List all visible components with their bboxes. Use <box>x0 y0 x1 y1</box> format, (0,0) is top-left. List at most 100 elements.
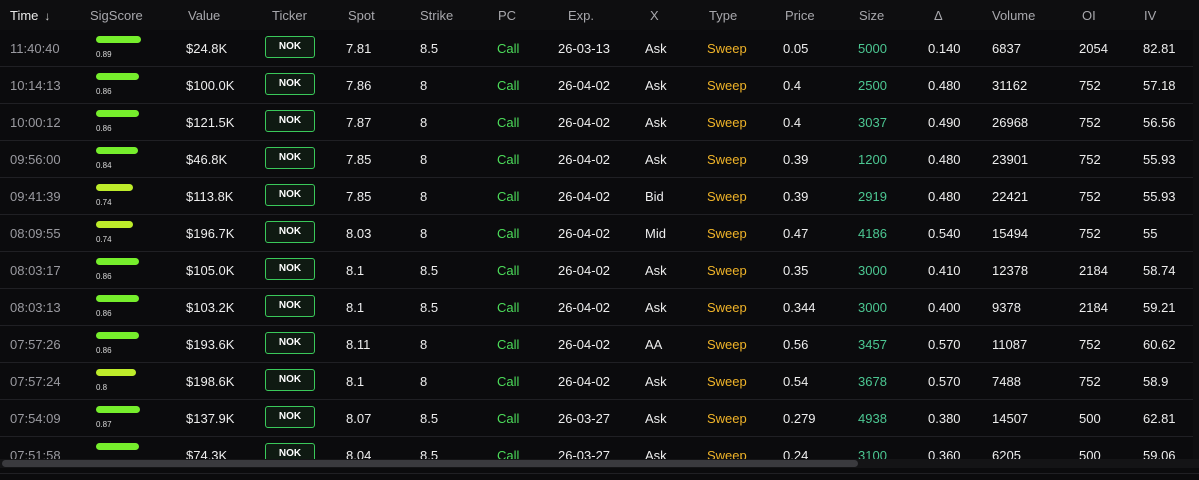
cell-iv: 57.18 <box>1143 78 1176 93</box>
cell-strike: 8.5 <box>420 41 439 56</box>
cell-value: $121.5K <box>186 115 235 130</box>
cell-type: Sweep <box>707 226 747 241</box>
cell-iv: 62.81 <box>1143 411 1176 426</box>
table-header: Time ↓ SigScore Value Ticker Spot Strike … <box>0 0 1199 30</box>
cell-delta: 0.480 <box>928 189 961 204</box>
cell-size: 2500 <box>858 78 887 93</box>
cell-volume: 11087 <box>992 337 1028 352</box>
cell-iv: 56.56 <box>1143 115 1176 130</box>
cell-strike: 8.5 <box>420 300 439 315</box>
cell-strike: 8 <box>420 78 428 93</box>
table-row[interactable]: 0.86 NOK 08:03:17 $105.0K 8.1 8.5 Call 26-04-02… <box>0 252 1199 289</box>
cell-price: 0.39 <box>783 152 809 167</box>
table-row[interactable]: 0.86 NOK 10:00:12 $121.5K 7.87 8 Call 26-04-02 A… <box>0 104 1199 141</box>
column-header-sigscore[interactable]: SigScore <box>90 8 143 23</box>
column-header-delta[interactable]: Δ <box>934 8 943 23</box>
cell-type: Sweep <box>707 337 747 352</box>
table-row[interactable]: 0.84 NOK 09:56:00 $46.8K 7.85 8 Call 26-04-02 As… <box>0 141 1199 178</box>
column-header-type[interactable]: Type <box>709 8 737 23</box>
cell-oi: 752 <box>1079 226 1101 241</box>
column-header-iv[interactable]: IV <box>1144 8 1156 23</box>
table-row[interactable]: 0.86 NOK 10:14:13 $100.0K 7.86 8 Call 26-04-02 A… <box>0 67 1199 104</box>
cell-x: Ask <box>645 78 667 93</box>
cell-delta: 0.380 <box>928 411 961 426</box>
ticker-badge[interactable]: NOK <box>265 332 315 354</box>
ticker-badge[interactable]: NOK <box>265 36 315 58</box>
cell-strike: 8 <box>420 189 428 204</box>
column-header-strike[interactable]: Strike <box>420 8 453 23</box>
ticker-badge[interactable]: NOK <box>265 406 315 428</box>
cell-size: 4186 <box>858 226 887 241</box>
ticker-badge[interactable]: NOK <box>265 73 315 95</box>
cell-spot: 8.1 <box>346 300 365 315</box>
horizontal-scrollbar[interactable] <box>0 459 1199 468</box>
cell-value: $113.8K <box>186 189 234 204</box>
table-row[interactable]: NOK 07:51:58 $74.3K 8.04 8.5 Call 26-03-27 Ask S… <box>0 437 1199 474</box>
ticker-badge[interactable]: NOK <box>265 295 315 317</box>
table-row[interactable]: 0.89 NOK 11:40:40 $24.8K 7.81 8.5 Call 26-03-13… <box>0 30 1199 67</box>
cell-size: 3000 <box>858 300 887 315</box>
cell-x: Ask <box>645 374 667 389</box>
cell-price: 0.05 <box>783 41 809 56</box>
horizontal-scrollbar-thumb[interactable] <box>2 460 858 467</box>
sigscore-value: 0.86 <box>96 346 112 355</box>
sigscore-value: 0.74 <box>96 198 112 207</box>
cell-spot: 8.11 <box>346 337 371 352</box>
cell-size: 1200 <box>858 152 887 167</box>
cell-value: $100.0K <box>186 78 235 93</box>
table-row[interactable]: 0.86 NOK 08:03:13 $103.2K 8.1 8.5 Call 26-04-02… <box>0 289 1199 326</box>
cell-price: 0.47 <box>783 226 809 241</box>
table-row[interactable]: 0.74 NOK 09:41:39 $113.8K 7.85 8 Call 26-04-02 B… <box>0 178 1199 215</box>
sigscore-value: 0.74 <box>96 235 112 244</box>
ticker-badge[interactable]: NOK <box>265 369 315 391</box>
sigscore-value: 0.86 <box>96 272 112 281</box>
column-header-time[interactable]: Time ↓ <box>10 8 50 23</box>
cell-volume: 12378 <box>992 263 1029 278</box>
ticker-badge[interactable]: NOK <box>265 110 315 132</box>
cell-volume: 23901 <box>992 152 1029 167</box>
cell-type: Sweep <box>707 115 747 130</box>
column-header-spot[interactable]: Spot <box>348 8 375 23</box>
cell-type: Sweep <box>707 78 747 93</box>
sigscore-value: 0.89 <box>96 50 112 59</box>
cell-spot: 8.1 <box>346 263 365 278</box>
cell-x: Mid <box>645 226 666 241</box>
column-header-exp[interactable]: Exp. <box>568 8 594 23</box>
table-row[interactable]: 0.86 NOK 07:57:26 $193.6K 8.11 8 Call 26-04-02 A… <box>0 326 1199 363</box>
column-header-oi[interactable]: OI <box>1082 8 1096 23</box>
cell-pc: Call <box>497 300 520 315</box>
sort-down-icon[interactable]: ↓ <box>44 9 50 23</box>
column-header-ticker[interactable]: Ticker <box>272 8 307 23</box>
table-row[interactable]: 0.74 NOK 08:09:55 $196.7K 8.03 8 Call 26-04-02 M… <box>0 215 1199 252</box>
cell-time: 10:00:12 <box>10 115 61 130</box>
cell-exp: 26-04-02 <box>558 78 611 93</box>
cell-iv: 59.21 <box>1143 300 1176 315</box>
sigscore-bar <box>96 147 138 154</box>
cell-type: Sweep <box>707 189 747 204</box>
column-header-volume[interactable]: Volume <box>992 8 1035 23</box>
cell-pc: Call <box>497 78 520 93</box>
table-row[interactable]: 0.8 NOK 07:57:24 $198.6K 8.1 8 Call 26-04-02 Ask… <box>0 363 1199 400</box>
ticker-badge[interactable]: NOK <box>265 184 315 206</box>
cell-oi: 752 <box>1079 337 1101 352</box>
column-header-size[interactable]: Size <box>859 8 884 23</box>
cell-exp: 26-03-27 <box>558 411 611 426</box>
column-header-x[interactable]: X <box>650 8 659 23</box>
table-row[interactable]: 0.87 NOK 07:54:09 $137.9K 8.07 8.5 Call 26-03-2… <box>0 400 1199 437</box>
column-header-value[interactable]: Value <box>188 8 220 23</box>
ticker-badge[interactable]: NOK <box>265 258 315 280</box>
vertical-scrollbar[interactable] <box>1193 0 1199 459</box>
cell-delta: 0.570 <box>928 374 961 389</box>
cell-x: Ask <box>645 411 667 426</box>
column-header-pc[interactable]: PC <box>498 8 516 23</box>
sigscore-value: 0.87 <box>96 420 112 429</box>
cell-exp: 26-04-02 <box>558 337 611 352</box>
cell-volume: 9378 <box>992 300 1021 315</box>
cell-time: 08:09:55 <box>10 226 61 241</box>
ticker-badge[interactable]: NOK <box>265 147 315 169</box>
column-header-price[interactable]: Price <box>785 8 815 23</box>
ticker-badge[interactable]: NOK <box>265 221 315 243</box>
cell-time: 09:41:39 <box>10 189 61 204</box>
sigscore-value: 0.8 <box>96 383 108 392</box>
cell-pc: Call <box>497 189 520 204</box>
